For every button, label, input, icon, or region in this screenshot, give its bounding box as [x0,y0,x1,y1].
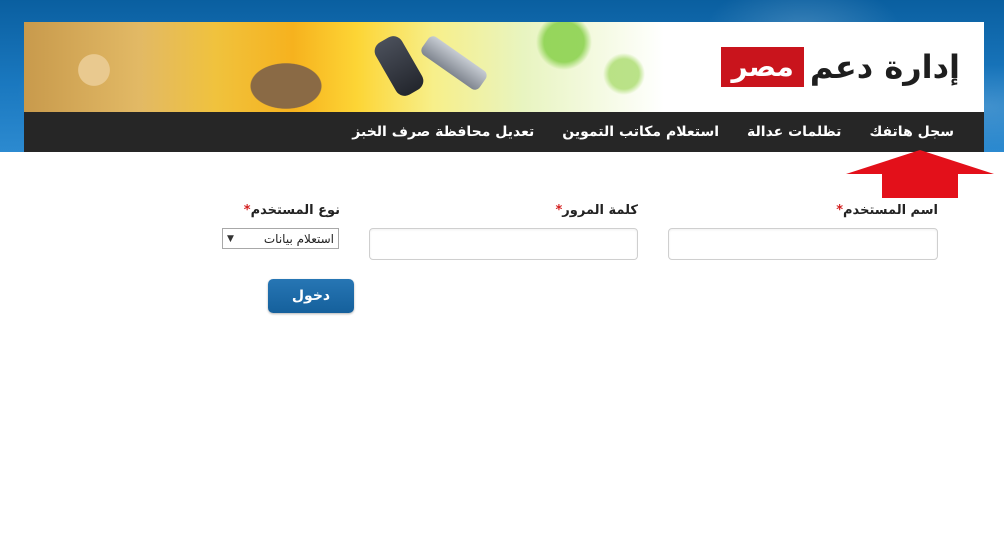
user-type-selected: استعلام بيانات [263,231,334,246]
fuel-hose-graphic [371,32,427,100]
password-input[interactable] [369,228,638,260]
logo-text: إدارة دعم [809,48,960,86]
user-type-select[interactable]: استعلام بيانات ▼ [222,228,339,249]
caret-down-icon: ▼ [227,233,234,244]
nav-item-complaints[interactable]: تظلمات عدالة [733,124,855,140]
password-label: كلمة المرور* [555,203,638,218]
login-button[interactable]: دخول [268,279,354,313]
page-container: إدارة دعم مصر سجل هاتفك تظلمات عدالة است… [24,22,984,546]
nav-item-offices-inquiry[interactable]: استعلام مكاتب التموين [548,124,733,140]
main-navigation: سجل هاتفك تظلمات عدالة استعلام مكاتب الت… [24,112,984,152]
logo-badge: مصر [721,47,804,87]
user-type-label: نوع المستخدم* [243,203,340,218]
username-label: اسم المستخدم* [836,203,938,218]
banner-image [24,22,664,112]
site-logo[interactable]: إدارة دعم مصر [721,42,960,92]
header-banner: إدارة دعم مصر [24,22,984,112]
fuel-nozzle-graphic [419,33,489,93]
nav-item-bread-governorate[interactable]: تعديل محافظة صرف الخبز [338,124,548,140]
nav-item-register-phone[interactable]: سجل هاتفك [855,124,968,140]
username-input[interactable] [668,228,938,260]
up-arrow-icon [846,150,994,198]
